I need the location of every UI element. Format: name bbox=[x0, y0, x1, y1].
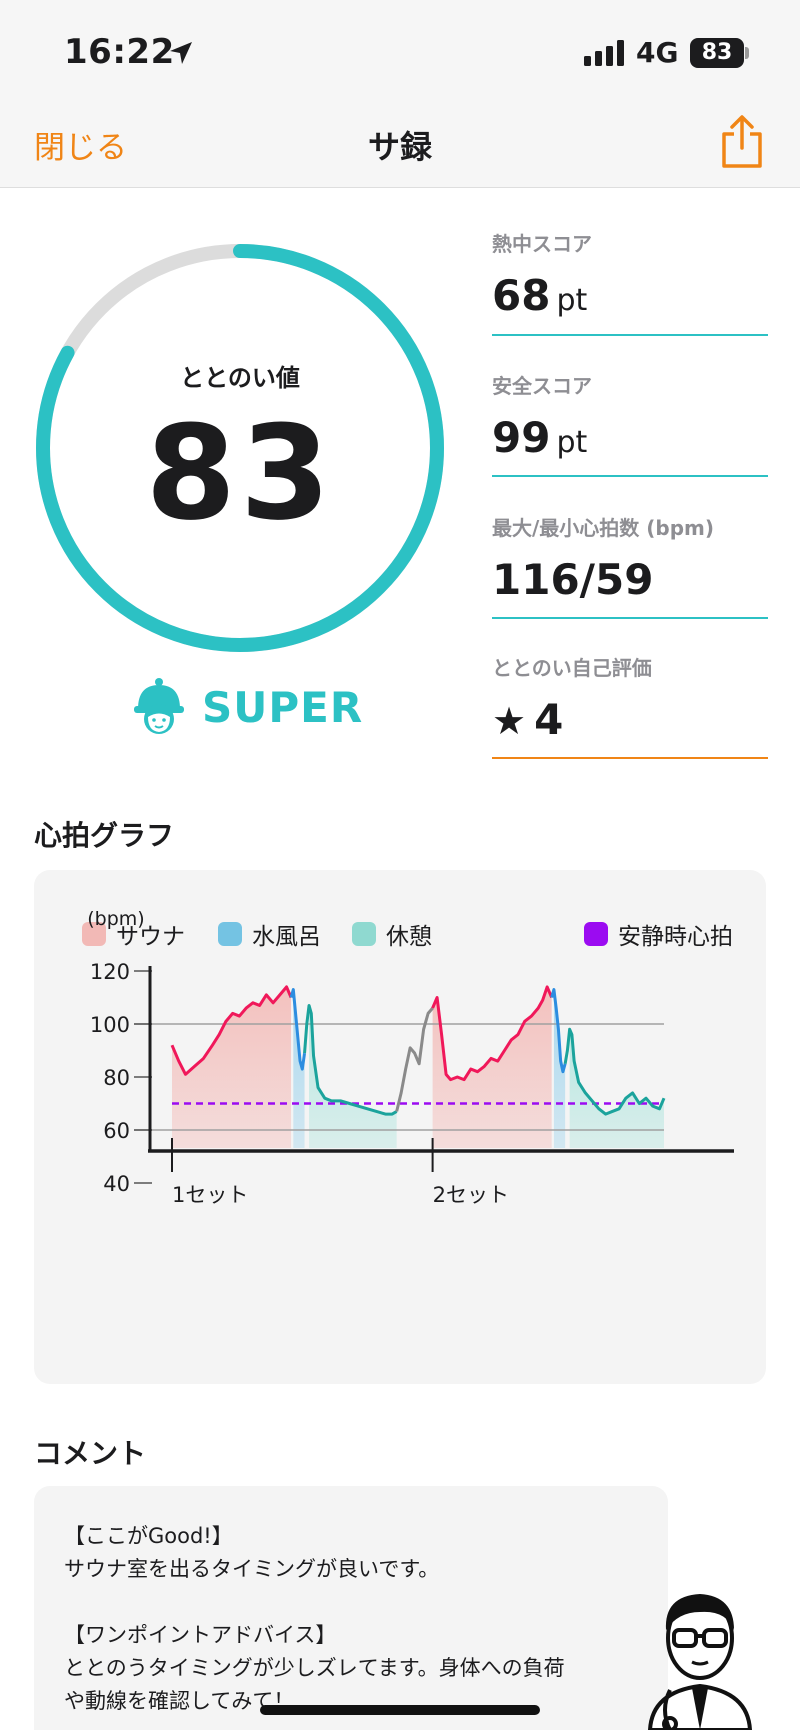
heart-rate-chart: 120 100 80 60 40 (bpm) 1セット 2セット bbox=[87, 908, 734, 1207]
y-tick-label: 120 bbox=[90, 960, 130, 984]
y-tick-label: 80 bbox=[103, 1066, 130, 1090]
heat-score-number: 68 bbox=[492, 271, 551, 320]
y-tick-label: 40 bbox=[103, 1172, 130, 1196]
battery-icon: 83 bbox=[690, 38, 744, 68]
page-title: サ録 bbox=[367, 128, 432, 166]
self-rating-label: ととのい自己評価 bbox=[492, 656, 652, 680]
star-icon: ★ bbox=[492, 699, 527, 743]
battery-tip bbox=[745, 47, 749, 59]
comment-line: 【ここがGood!】 bbox=[64, 1524, 233, 1548]
heart-rate-label: 最大/最小心拍数 (bpm) bbox=[492, 516, 715, 540]
phase-fill-sauna bbox=[172, 986, 292, 1148]
cellular-signal-icon bbox=[584, 40, 624, 66]
self-rating-number: 4 bbox=[534, 695, 564, 744]
sauna-hat-mascot-icon bbox=[134, 678, 184, 734]
rank-badge: SUPER bbox=[132, 676, 363, 738]
rank-text: SUPER bbox=[202, 682, 364, 732]
y-tick-label: 60 bbox=[103, 1119, 130, 1143]
comment-line: サウナ室を出るタイミングが良いです。 bbox=[64, 1557, 440, 1581]
share-icon[interactable] bbox=[718, 114, 766, 170]
home-indicator[interactable] bbox=[260, 1705, 540, 1715]
heat-score-label: 熱中スコア bbox=[492, 232, 592, 256]
safety-score-unit: pt bbox=[556, 425, 588, 460]
heat-score: 熱中スコア 68 pt bbox=[492, 228, 768, 320]
safety-score-number: 99 bbox=[492, 413, 551, 462]
y-axis-label: (bpm) bbox=[87, 908, 144, 930]
comment-line: ととのうタイミングが少しズレてます。身体への負荷 bbox=[64, 1656, 565, 1680]
phase-fill-rest bbox=[309, 1005, 397, 1148]
heart-rate-value: 116/59 bbox=[492, 555, 654, 604]
safety-score-label: 安全スコア bbox=[492, 374, 592, 398]
network-type: 4G bbox=[636, 36, 679, 69]
heart-rate-range: 最大/最小心拍数 (bpm) 116/59 bbox=[492, 512, 768, 604]
score-label: ととのい値 bbox=[180, 364, 300, 392]
divider bbox=[492, 757, 768, 759]
score-value: 83 bbox=[145, 397, 335, 549]
heat-score-unit: pt bbox=[556, 283, 588, 318]
divider bbox=[492, 475, 768, 477]
self-rating: ととのい自己評価 ★ 4 bbox=[492, 652, 768, 744]
self-rating-value[interactable]: ★ 4 bbox=[492, 695, 768, 744]
heat-score-value: 68 pt bbox=[492, 271, 768, 320]
comment-line: 【ワンポイントアドバイス】 bbox=[64, 1623, 337, 1647]
x-tick-label: 1セット bbox=[172, 1183, 248, 1207]
divider bbox=[492, 617, 768, 619]
y-tick-label: 100 bbox=[90, 1013, 130, 1037]
divider bbox=[492, 334, 768, 336]
safety-score: 安全スコア 99 pt bbox=[492, 370, 768, 462]
comment-title: コメント bbox=[34, 1437, 147, 1470]
location-arrow-icon bbox=[170, 42, 192, 64]
x-tick-label: 2セット bbox=[433, 1183, 509, 1207]
doctor-avatar-icon bbox=[647, 1594, 753, 1730]
graph-title: 心拍グラフ bbox=[34, 819, 175, 852]
safety-score-value: 99 pt bbox=[492, 413, 768, 462]
status-time: 16:22 bbox=[64, 32, 175, 72]
